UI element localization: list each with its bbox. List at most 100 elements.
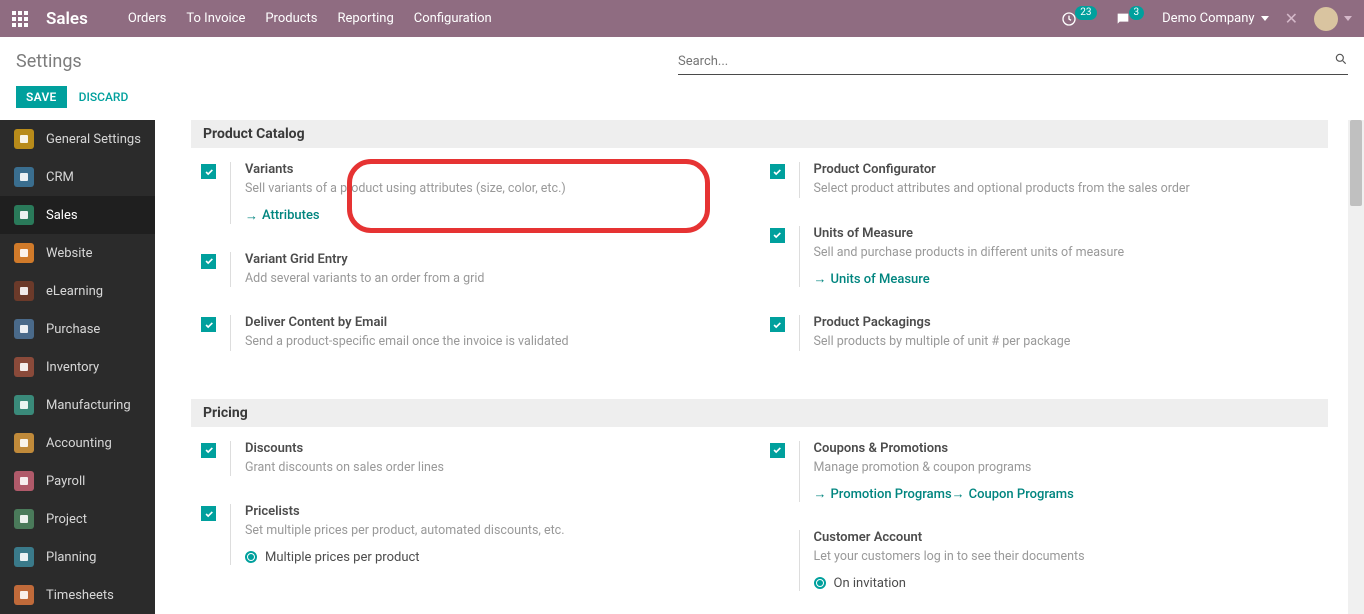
setting-title: Coupons & Promotions (814, 441, 1074, 456)
menu-orders[interactable]: Orders (128, 11, 167, 26)
setting-link[interactable]: → Coupon Programs (952, 486, 1074, 502)
setting-link[interactable]: → Units of Measure (814, 271, 930, 287)
setting-product-packagings: Product Packagings Sell products by multi… (770, 315, 1319, 351)
top-menu: Orders To Invoice Products Reporting Con… (128, 11, 492, 26)
scrollbar[interactable] (1348, 120, 1364, 614)
search-icon[interactable] (1326, 52, 1348, 70)
setting-description: Sell variants of a product using attribu… (245, 180, 566, 198)
radio-icon (245, 551, 257, 563)
menu-configuration[interactable]: Configuration (414, 11, 492, 26)
module-icon (14, 205, 34, 225)
setting-title: Product Packagings (814, 315, 1071, 330)
checkbox[interactable] (201, 164, 216, 179)
module-icon (14, 167, 34, 187)
sidebar-item-label: CRM (46, 170, 74, 185)
close-icon[interactable]: ✕ (1285, 9, 1298, 28)
sidebar-item-purchase[interactable]: Purchase (0, 310, 155, 348)
module-icon (14, 281, 34, 301)
checkbox[interactable] (201, 254, 216, 269)
messages-button[interactable]: 3 (1115, 11, 1147, 27)
setting-units-of-measure: Units of MeasureSell and purchase produc… (770, 226, 1319, 288)
page-title: Settings (16, 51, 82, 72)
setting-description: Let your customers log in to see their d… (814, 548, 1085, 566)
sidebar-item-inventory[interactable]: Inventory (0, 348, 155, 386)
sidebar-item-project[interactable]: Project (0, 500, 155, 538)
checkbox[interactable] (201, 506, 216, 521)
scrollbar-thumb[interactable] (1350, 120, 1362, 206)
sidebar-item-sales[interactable]: Sales (0, 196, 155, 234)
setting-title: Product Configurator (814, 162, 1190, 177)
chevron-down-icon (1344, 16, 1352, 21)
sidebar-item-label: Sales (46, 208, 78, 223)
control-panel: Settings (0, 37, 1364, 86)
setting-customer-account: Customer AccountLet your customers log i… (770, 530, 1319, 591)
arrow-right-icon: → (814, 271, 827, 287)
setting-description: Select product attributes and optional p… (814, 180, 1190, 198)
setting-coupons-promotions: Coupons & Promotions Manage promotion & c… (770, 441, 1319, 503)
setting-description: Sell products by multiple of unit # per … (814, 333, 1071, 351)
module-icon (14, 357, 34, 377)
sidebar-item-label: Project (46, 512, 87, 527)
sidebar-item-timesheets[interactable]: Timesheets (0, 576, 155, 614)
sidebar-item-label: General Settings (46, 132, 141, 147)
search-input[interactable] (678, 52, 1326, 71)
sidebar-item-crm[interactable]: CRM (0, 158, 155, 196)
radio-option[interactable]: On invitation (814, 576, 1085, 591)
sidebar-item-website[interactable]: Website (0, 234, 155, 272)
setting-title: Pricelists (245, 504, 565, 519)
sidebar-item-label: Payroll (46, 474, 85, 489)
setting-deliver-content-by-email: Deliver Content by Email Send a product-s… (201, 315, 750, 351)
apps-icon[interactable] (12, 11, 28, 27)
setting-link[interactable]: → Attributes (245, 208, 320, 224)
module-icon (14, 243, 34, 263)
module-icon (14, 547, 34, 567)
setting-pricelists: Pricelists Set multiple prices per produc… (201, 504, 750, 565)
setting-description: Set multiple prices per product, automat… (245, 522, 565, 540)
user-menu[interactable] (1314, 7, 1352, 31)
checkbox[interactable] (770, 164, 785, 179)
setting-title: Deliver Content by Email (245, 315, 569, 330)
company-selector[interactable]: Demo Company (1162, 11, 1268, 26)
setting-description: Sell and purchase products in different … (814, 244, 1125, 262)
setting-description: Manage promotion & coupon programs (814, 459, 1074, 477)
avatar (1314, 7, 1338, 31)
radio-icon (814, 577, 826, 589)
sidebar-item-label: Purchase (46, 322, 100, 337)
menu-to-invoice[interactable]: To Invoice (186, 11, 245, 26)
module-icon (14, 509, 34, 529)
checkbox[interactable] (770, 228, 785, 243)
module-icon (14, 471, 34, 491)
search-bar[interactable] (678, 49, 1348, 75)
sidebar-item-payroll[interactable]: Payroll (0, 462, 155, 500)
activities-button[interactable]: 23 (1061, 11, 1098, 27)
sidebar-item-elearning[interactable]: eLearning (0, 272, 155, 310)
setting-title: Variant Grid Entry (245, 252, 484, 267)
discard-button[interactable]: DISCARD (79, 90, 129, 104)
setting-title: Variants (245, 162, 566, 177)
radio-option[interactable]: Multiple prices per product (245, 550, 565, 565)
app-brand[interactable]: Sales (46, 9, 88, 29)
sidebar-item-label: Accounting (46, 436, 112, 451)
checkbox[interactable] (770, 317, 785, 332)
setting-description: Send a product-specific email once the i… (245, 333, 569, 351)
sidebar-item-label: Inventory (46, 360, 99, 375)
arrow-right-icon: → (952, 486, 965, 502)
setting-link[interactable]: → Promotion Programs (814, 486, 952, 502)
sidebar-item-general-settings[interactable]: General Settings (0, 120, 155, 158)
setting-description: Add several variants to an order from a … (245, 270, 484, 288)
checkbox[interactable] (201, 443, 216, 458)
menu-reporting[interactable]: Reporting (338, 11, 394, 26)
setting-variants: Variants Sell variants of a product using… (201, 162, 750, 224)
save-button[interactable]: SAVE (16, 86, 67, 108)
setting-product-configurator: Product Configurator Select product attri… (770, 162, 1319, 198)
checkbox[interactable] (770, 443, 785, 458)
checkbox[interactable] (201, 317, 216, 332)
messages-badge: 3 (1129, 6, 1145, 20)
menu-products[interactable]: Products (265, 11, 317, 26)
module-icon (14, 585, 34, 605)
sidebar-item-manufacturing[interactable]: Manufacturing (0, 386, 155, 424)
sidebar-item-accounting[interactable]: Accounting (0, 424, 155, 462)
sidebar-item-label: Planning (46, 550, 96, 565)
sidebar-item-planning[interactable]: Planning (0, 538, 155, 576)
setting-discounts: DiscountsGrant discounts on sales order … (201, 441, 750, 477)
